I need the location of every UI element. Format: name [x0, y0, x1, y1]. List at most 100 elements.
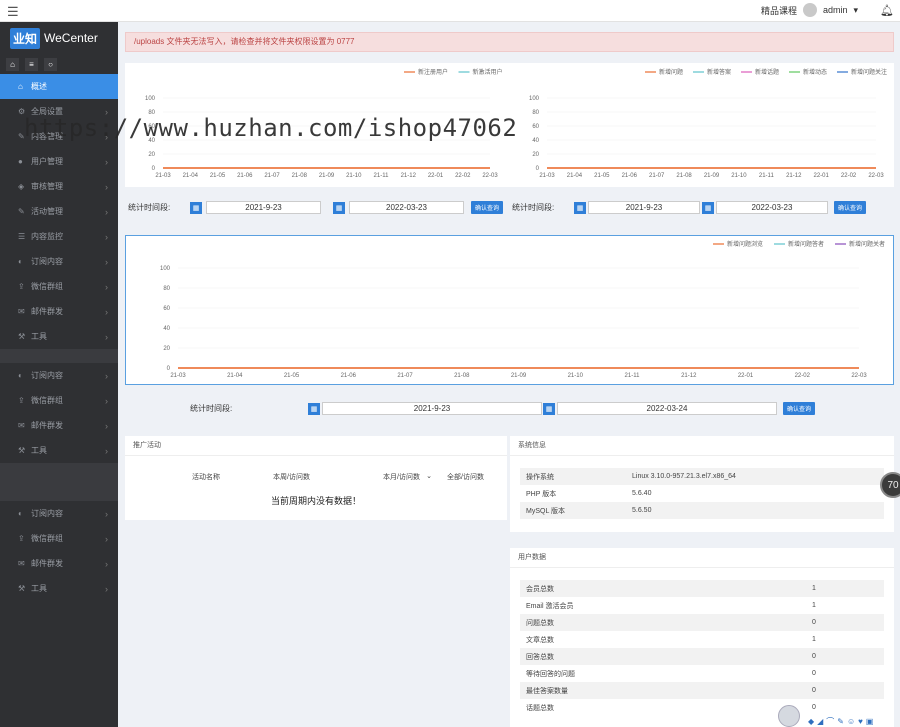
sidebar-item[interactable]: ⚒ 工具 ›	[0, 324, 118, 349]
legend-label[interactable]: 新增问题答者	[788, 240, 824, 248]
promo-panel: 推广活动 活动名称 本周/访问数 本月/访问数 ⌄ 全部/访问数 当前周期内没有…	[125, 436, 507, 520]
user-name[interactable]: admin	[823, 5, 848, 15]
sidebar-item[interactable]: ● 用户管理 ›	[0, 149, 118, 174]
chevron-down-icon[interactable]: ⌄	[420, 472, 432, 482]
sidebar-item[interactable]: ◈ 审核管理 ›	[0, 174, 118, 199]
y-tick-label: 0	[167, 366, 171, 372]
table-row: 回答总数 0	[520, 648, 884, 665]
sidebar-item[interactable]: ✉ 邮件群发 ›	[0, 551, 118, 576]
legend-label[interactable]: 新增问题关者	[849, 240, 885, 248]
chevron-right-icon: ›	[105, 583, 108, 594]
chevron-right-icon: ›	[105, 558, 108, 569]
sidebar-item[interactable]: ⚒ 工具 ›	[0, 576, 118, 601]
sidebar-item[interactable]: ◐ 订阅内容 ›	[0, 501, 118, 526]
row-key: 会员总数	[526, 585, 554, 593]
home-quick-icon[interactable]: ⌂	[6, 57, 19, 71]
sidebar-item[interactable]: ◐ 订阅内容 ›	[0, 363, 118, 388]
sidebar-item[interactable]: ⌂ 概述	[0, 74, 118, 99]
calendar-icon[interactable]: ▦	[543, 402, 555, 415]
y-tick-label: 20	[148, 152, 155, 158]
x-tick-label: 22-01	[428, 173, 444, 179]
legend-label[interactable]: 新增问题	[659, 68, 683, 76]
logo[interactable]: 业知 WeCenter	[0, 22, 118, 54]
legend-label[interactable]: 新增问题关注	[851, 68, 887, 76]
sidebar-item[interactable]: ✎ 活动管理 ›	[0, 199, 118, 224]
sidebar-nav: ⌂ 概述 ⚙ 全局设置 › ✎ 内容管理 › ● 用户管理 › ◈ 审核管理 › ✎ 活动管理 › ☰ 内容监控 › ◐…	[0, 74, 118, 601]
sidebar-item[interactable]: ⇪ 微信群组 ›	[0, 388, 118, 413]
sidebar-item[interactable]: ⇪ 微信群组 ›	[0, 274, 118, 299]
legend-label[interactable]: 新增话题	[755, 68, 779, 76]
legend-label[interactable]: 新激活用户	[473, 68, 503, 76]
sidebar-divider	[0, 463, 118, 501]
course-link[interactable]: 精品课程	[761, 4, 797, 17]
chevron-right-icon: ›	[105, 445, 108, 456]
y-tick-label: 0	[536, 166, 540, 172]
query-row-2: 统计时间段: ▦ 2021-9-23 ▦ 2022-03-23 确认查询	[512, 201, 867, 214]
x-tick-label: 22-02	[841, 173, 857, 179]
query-1-button[interactable]: 确认查询	[471, 201, 504, 214]
row-value: 0	[812, 687, 816, 694]
query-3-button[interactable]: 确认查询	[783, 402, 816, 415]
x-tick-label: 21-03	[170, 373, 186, 379]
calendar-icon[interactable]: ▦	[190, 201, 202, 214]
moon-icon: ◐	[18, 257, 23, 266]
query-1-end-input[interactable]: 2022-03-23	[349, 201, 464, 214]
legend-label[interactable]: 新增问题浏览	[727, 240, 763, 248]
floating-badge[interactable]: 70	[880, 472, 900, 498]
sidebar-item[interactable]: ✉ 邮件群发 ›	[0, 299, 118, 324]
calendar-icon[interactable]: ▦	[702, 201, 714, 214]
y-tick-label: 80	[163, 286, 170, 292]
list-quick-icon[interactable]: ≡	[25, 57, 38, 71]
sidebar-item[interactable]: ⇪ 微信群组 ›	[0, 526, 118, 551]
x-tick-label: 21-09	[511, 373, 527, 379]
avatar[interactable]	[802, 3, 817, 17]
bell-icon[interactable]: 🔔︎	[880, 4, 894, 17]
list-icon: ☰	[18, 232, 26, 241]
sidebar-item[interactable]: ◐ 订阅内容 ›	[0, 249, 118, 274]
query-3-start-input[interactable]: 2021-9-23	[322, 402, 542, 415]
x-tick-label: 22-03	[482, 173, 498, 179]
x-tick-label: 21-11	[759, 173, 775, 179]
calendar-icon[interactable]: ▦	[333, 201, 345, 214]
chat-avatar[interactable]	[778, 705, 800, 727]
legend-label[interactable]: 新增动态	[803, 68, 827, 76]
x-tick-label: 21-08	[454, 373, 470, 379]
query-2-end-input[interactable]: 2022-03-23	[716, 201, 828, 214]
x-tick-label: 21-03	[539, 173, 555, 179]
chevron-down-icon[interactable]: ▾	[854, 5, 859, 16]
mail-icon: ✉	[18, 559, 25, 568]
table-row: 问题总数 0	[520, 614, 884, 631]
query-2-button[interactable]: 确认查询	[834, 201, 867, 214]
sidebar-item-label: 微信群组	[31, 396, 63, 405]
x-tick-label: 21-11	[374, 173, 390, 179]
query-3-end-input[interactable]: 2022-03-24	[557, 402, 777, 415]
chart-content: 新增问题关注 新增动态 新增话题 新增答案 新增问题 0 20 40 60 80 100 21-03 2…	[529, 68, 887, 179]
legend-label[interactable]: 新注册用户	[418, 68, 448, 76]
chevron-right-icon: ›	[105, 331, 108, 342]
calendar-icon[interactable]: ▦	[574, 201, 586, 214]
query-2-start-input[interactable]: 2021-9-23	[588, 201, 700, 214]
sidebar-item[interactable]: ☰ 内容监控 ›	[0, 224, 118, 249]
legend-label[interactable]: 新增答案	[707, 68, 731, 76]
chevron-right-icon: ›	[105, 156, 108, 167]
calendar-icon[interactable]: ▦	[308, 402, 320, 415]
sidebar-item-label: 工具	[31, 332, 47, 341]
row-value: 1	[812, 602, 816, 609]
sidebar-item-label: 微信群组	[31, 534, 63, 543]
sidebar-item[interactable]: ⚒ 工具 ›	[0, 438, 118, 463]
x-tick-label: 21-12	[786, 173, 802, 179]
promo-header: 活动名称	[192, 474, 220, 481]
row-key: 最佳答案数量	[526, 687, 568, 695]
row-key: Email 激活会员	[526, 602, 574, 610]
hamburger-icon[interactable]: ☰	[7, 4, 19, 20]
x-tick-label: 21-04	[183, 173, 199, 179]
toolbar-icons[interactable]: ◆◢⌒✎☺♥▣	[808, 716, 876, 727]
y-tick-label: 100	[160, 266, 171, 272]
promo-header: 本月/访问数	[383, 474, 420, 481]
query-row-1: 统计时间段: ▦ 2021-9-23 ▦ 2022-03-23 确认查询	[128, 201, 504, 214]
power-quick-icon[interactable]: ○	[44, 57, 57, 71]
query-1-start-input[interactable]: 2021-9-23	[206, 201, 321, 214]
permission-alert: /uploads 文件夹无法写入，请检查并将文件夹权限设置为 0777	[125, 32, 894, 52]
sidebar-item[interactable]: ✉ 邮件群发 ›	[0, 413, 118, 438]
shield-icon: ◈	[18, 182, 25, 191]
